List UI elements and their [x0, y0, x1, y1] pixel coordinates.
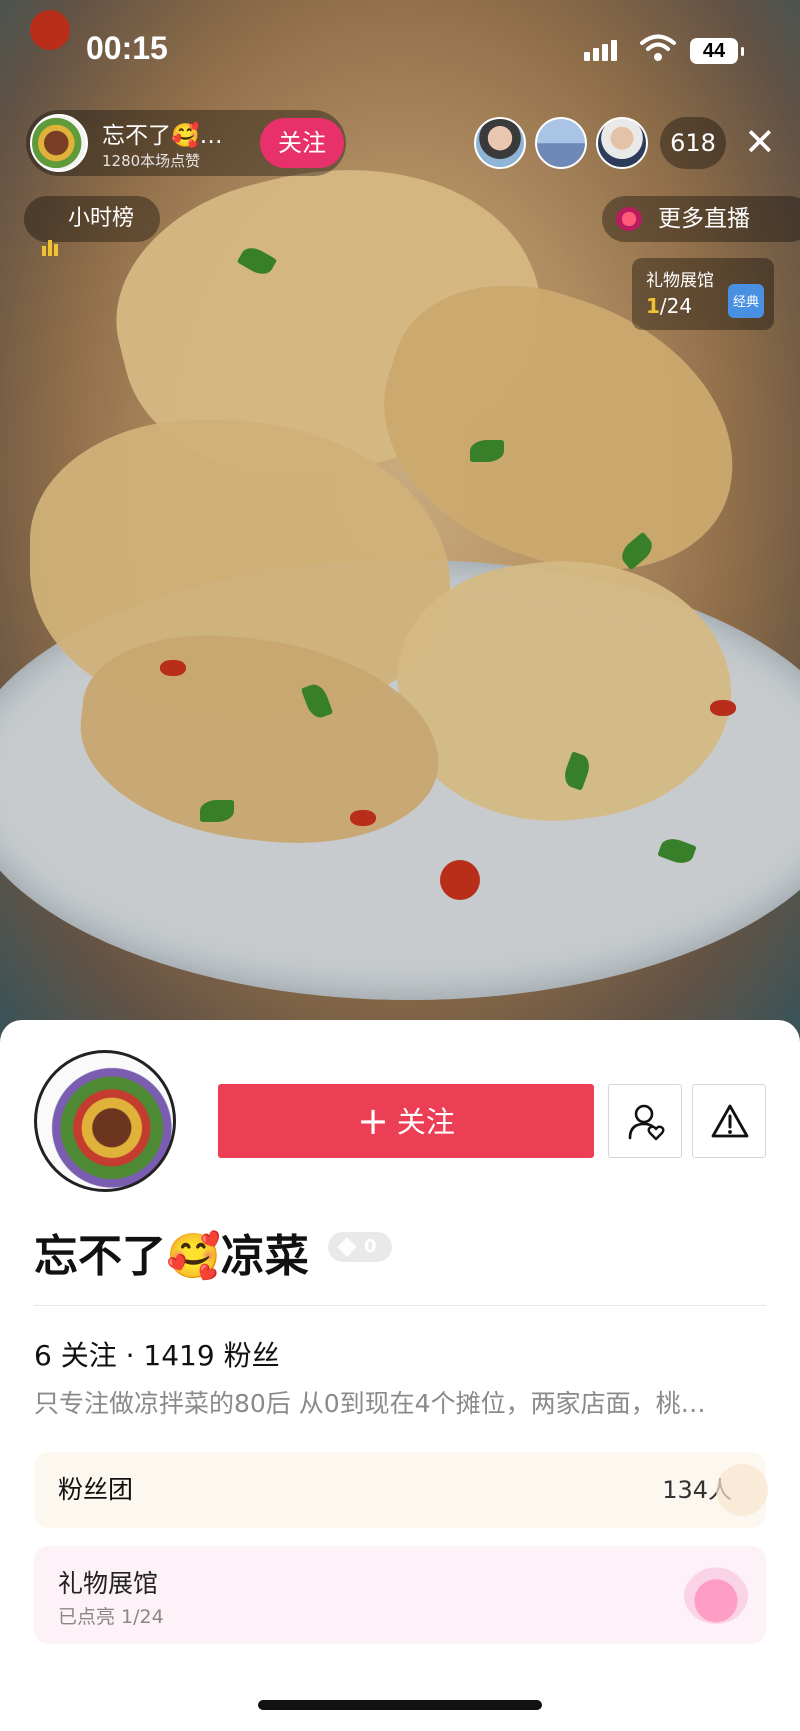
friend-heart-icon: [628, 1104, 665, 1141]
warning-icon: [711, 1104, 749, 1138]
wifi-icon: [640, 34, 676, 66]
gift-hall-widget[interactable]: 礼物展馆 1/24 经典: [632, 258, 774, 330]
battery-icon: 44: [690, 38, 744, 64]
diamond-icon: [337, 1237, 357, 1257]
live-dot-icon: [616, 207, 642, 231]
viewer-count[interactable]: 618: [660, 117, 726, 169]
fan-club-row[interactable]: 粉丝团 134人: [34, 1452, 768, 1528]
classic-badge: 经典: [728, 284, 764, 318]
level-badge: 0: [328, 1232, 392, 1262]
divider: [34, 1305, 766, 1306]
gift-hall-row-subtitle: 已点亮 1/24: [58, 1606, 164, 1628]
hour-rank-label: 小时榜: [68, 206, 135, 231]
level-number: 0: [364, 1236, 377, 1257]
more-live-button[interactable]: 更多直播: [602, 196, 800, 242]
gift-hall-row[interactable]: 礼物展馆 已点亮 1/24: [34, 1546, 766, 1644]
viewer-avatar[interactable]: [596, 117, 648, 169]
profile-avatar[interactable]: [34, 1050, 176, 1192]
follow-stats[interactable]: 6 关注 · 1419 粉丝: [34, 1334, 280, 1374]
like-count: 1280本场点赞: [102, 152, 201, 170]
host-avatar[interactable]: [30, 114, 88, 172]
friend-button[interactable]: [608, 1084, 682, 1158]
rank-bars-icon: [42, 210, 60, 256]
gift-hall-title: 礼物展馆: [646, 271, 714, 291]
host-name: 忘不了🥰…: [102, 123, 223, 149]
fan-club-label: 粉丝团: [58, 1475, 134, 1504]
home-indicator[interactable]: [258, 1700, 542, 1710]
follow-button[interactable]: + 关注: [218, 1084, 594, 1158]
plus-icon: +: [357, 1099, 389, 1143]
viewer-avatar[interactable]: [535, 117, 587, 169]
viewer-avatar[interactable]: [474, 117, 526, 169]
more-live-label: 更多直播: [658, 206, 750, 232]
profile-sheet: + 关注 忘不了🥰凉菜 0 6 关注 · 1419 粉丝 只专注做凉拌菜的80后 …: [0, 1020, 800, 1731]
profile-name: 忘不了🥰凉菜: [34, 1231, 309, 1282]
signal-icon: [584, 40, 620, 61]
header-follow-button[interactable]: 关注: [260, 118, 344, 168]
gift-cup-icon: [684, 1566, 748, 1624]
report-button[interactable]: [692, 1084, 766, 1158]
gift-hall-progress: 1/24: [646, 294, 693, 318]
profile-bio[interactable]: 只专注做凉拌菜的80后 从0到现在4个摊位，两家店面，桃…: [34, 1384, 754, 1420]
close-icon[interactable]: ✕: [744, 122, 776, 162]
heart-icon: [716, 1464, 768, 1516]
hour-rank-button[interactable]: 小时榜: [24, 196, 160, 256]
status-bar: 00:15 44: [0, 0, 800, 100]
follow-button-label: 关注: [396, 1105, 455, 1139]
gift-hall-row-title: 礼物展馆: [58, 1569, 159, 1598]
status-time: 00:15: [86, 30, 168, 66]
